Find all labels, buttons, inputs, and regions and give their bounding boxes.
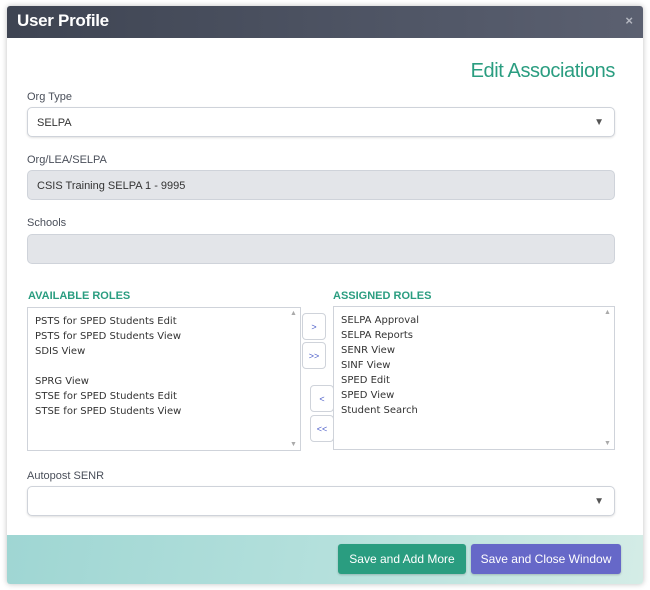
list-item[interactable]: STSE for SPED Students View <box>35 404 300 419</box>
list-item[interactable]: SPED View <box>341 388 614 403</box>
chevron-down-icon: ▼ <box>594 117 604 128</box>
chevron-down-icon: ▼ <box>594 496 604 507</box>
scroll-up-icon[interactable]: ▲ <box>290 310 297 317</box>
remove-role-button[interactable]: < <box>310 385 334 412</box>
user-profile-modal: User Profile × Edit Associations Org Typ… <box>7 6 643 584</box>
org-lea-selpa-value: CSIS Training SELPA 1 - 9995 <box>37 180 186 192</box>
list-item[interactable]: SELPA Reports <box>341 328 614 343</box>
scroll-up-icon[interactable]: ▲ <box>604 309 611 316</box>
add-role-button[interactable]: > <box>302 313 326 340</box>
save-and-add-more-button[interactable]: Save and Add More <box>338 544 466 574</box>
org-type-value: SELPA <box>37 117 72 129</box>
scrollbar[interactable]: ▲ ▼ <box>602 307 614 449</box>
org-lea-selpa-field: CSIS Training SELPA 1 - 9995 <box>27 170 615 200</box>
list-item[interactable]: STSE for SPED Students Edit <box>35 389 300 404</box>
autopost-senr-label: Autopost SENR <box>27 470 105 482</box>
schools-field <box>27 234 615 264</box>
available-roles-list[interactable]: PSTS for SPED Students Edit PSTS for SPE… <box>27 307 301 451</box>
available-roles-label: AVAILABLE ROLES <box>28 290 131 302</box>
list-item[interactable]: SENR View <box>341 343 614 358</box>
list-item[interactable]: SDIS View <box>35 344 300 359</box>
org-lea-selpa-label: Org/LEA/SELPA <box>27 154 107 166</box>
assigned-roles-label: ASSIGNED ROLES <box>333 290 432 302</box>
list-item[interactable]: PSTS for SPED Students View <box>35 329 300 344</box>
list-item[interactable]: SELPA Approval <box>341 313 614 328</box>
assigned-roles-list[interactable]: SELPA Approval SELPA Reports SENR View S… <box>333 306 615 450</box>
schools-label: Schools <box>27 217 67 229</box>
modal-footer: Save and Add More Save and Close Window <box>7 535 643 584</box>
close-icon[interactable]: × <box>625 13 633 28</box>
add-all-roles-button[interactable]: >> <box>302 342 326 369</box>
list-item[interactable]: SINF View <box>341 358 614 373</box>
list-item[interactable]: SPRG View <box>35 374 300 389</box>
modal-header: User Profile × <box>7 6 643 38</box>
remove-all-roles-button[interactable]: << <box>310 415 334 442</box>
autopost-senr-select[interactable]: ▼ <box>27 486 615 516</box>
list-item[interactable]: SPED Edit <box>341 373 614 388</box>
modal-title: User Profile <box>17 11 109 30</box>
list-item[interactable]: PSTS for SPED Students Edit <box>35 314 300 329</box>
page-title: Edit Associations <box>470 60 616 82</box>
list-item[interactable] <box>35 359 300 374</box>
list-item[interactable]: Student Search <box>341 403 614 418</box>
save-and-close-button[interactable]: Save and Close Window <box>471 544 621 574</box>
scroll-down-icon[interactable]: ▼ <box>290 441 297 448</box>
org-type-select[interactable]: SELPA ▼ <box>27 107 615 137</box>
scroll-down-icon[interactable]: ▼ <box>604 440 611 447</box>
org-type-label: Org Type <box>27 91 73 103</box>
scrollbar[interactable]: ▲ ▼ <box>288 308 300 450</box>
